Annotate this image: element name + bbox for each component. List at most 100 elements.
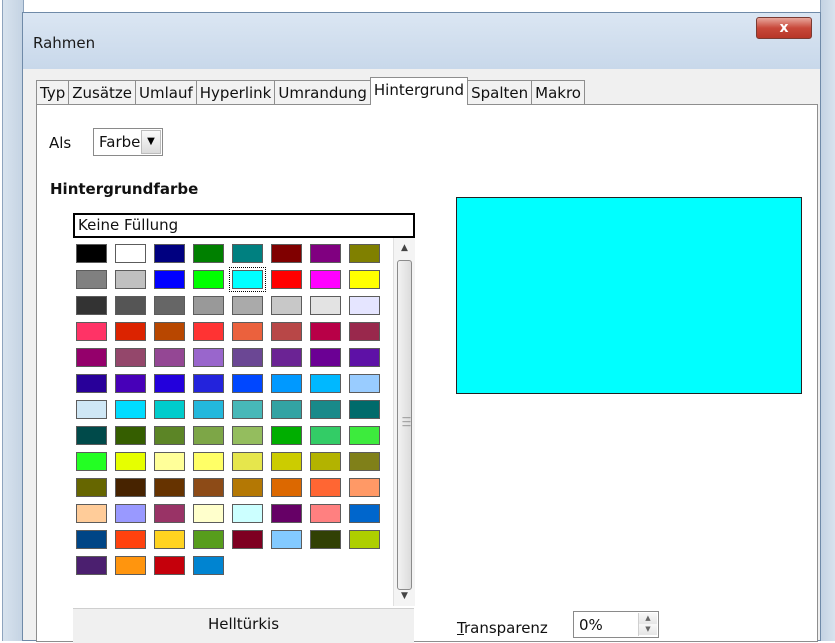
tab-umlauf[interactable]: Umlauf	[135, 80, 197, 105]
color-swatch[interactable]	[310, 478, 341, 497]
color-swatch[interactable]	[115, 478, 146, 497]
color-swatch[interactable]	[349, 504, 380, 523]
color-swatch[interactable]	[271, 270, 302, 289]
color-swatch[interactable]	[115, 530, 146, 549]
color-swatch[interactable]	[271, 426, 302, 445]
tab-typ[interactable]: Typ	[36, 80, 70, 105]
color-swatch[interactable]	[76, 244, 107, 263]
chevron-down-icon[interactable]: ▼	[141, 130, 161, 154]
color-swatch[interactable]	[76, 426, 107, 445]
color-swatch[interactable]	[115, 452, 146, 471]
color-swatch[interactable]	[76, 400, 107, 419]
color-swatch[interactable]	[154, 322, 185, 341]
color-swatch[interactable]	[349, 322, 380, 341]
color-swatch[interactable]	[232, 426, 263, 445]
color-swatch[interactable]	[115, 426, 146, 445]
color-swatch[interactable]	[193, 556, 224, 575]
color-swatch[interactable]	[115, 296, 146, 315]
scroll-down-arrow-icon[interactable]: ▼	[394, 586, 415, 606]
color-swatch[interactable]	[76, 322, 107, 341]
color-swatch[interactable]	[232, 374, 263, 393]
color-swatch[interactable]	[115, 374, 146, 393]
color-swatch[interactable]	[76, 478, 107, 497]
tab-umrandung[interactable]: Umrandung	[274, 80, 371, 105]
color-swatch[interactable]	[349, 452, 380, 471]
color-swatch[interactable]	[271, 374, 302, 393]
color-swatch[interactable]	[115, 244, 146, 263]
color-swatch[interactable]	[193, 452, 224, 471]
color-swatch[interactable]	[232, 348, 263, 367]
color-swatch[interactable]	[154, 452, 185, 471]
color-swatch[interactable]	[154, 504, 185, 523]
color-swatch[interactable]	[229, 267, 266, 292]
close-button[interactable]: x	[756, 17, 812, 39]
color-swatch[interactable]	[310, 400, 341, 419]
color-swatch[interactable]	[193, 322, 224, 341]
color-swatch[interactable]	[76, 374, 107, 393]
color-swatch[interactable]	[193, 270, 224, 289]
color-swatch[interactable]	[232, 296, 263, 315]
color-swatch[interactable]	[271, 452, 302, 471]
color-swatch[interactable]	[349, 348, 380, 367]
color-swatch[interactable]	[193, 244, 224, 263]
color-swatch[interactable]	[115, 322, 146, 341]
color-swatch[interactable]	[349, 478, 380, 497]
color-swatch[interactable]	[271, 348, 302, 367]
color-swatch[interactable]	[349, 426, 380, 445]
als-dropdown[interactable]: Farbe ▼	[93, 128, 163, 156]
color-swatch[interactable]	[310, 348, 341, 367]
color-swatch[interactable]	[232, 504, 263, 523]
color-swatch[interactable]	[349, 374, 380, 393]
color-swatch[interactable]	[154, 296, 185, 315]
color-swatch[interactable]	[310, 426, 341, 445]
color-swatch[interactable]	[349, 270, 380, 289]
color-swatch[interactable]	[193, 400, 224, 419]
color-swatch[interactable]	[310, 374, 341, 393]
color-swatch[interactable]	[193, 426, 224, 445]
color-swatch[interactable]	[232, 322, 263, 341]
color-swatch[interactable]	[154, 348, 185, 367]
color-swatch[interactable]	[310, 322, 341, 341]
color-swatch[interactable]	[193, 530, 224, 549]
color-swatch[interactable]	[349, 296, 380, 315]
color-swatch[interactable]	[193, 374, 224, 393]
spin-up-icon[interactable]: ▲	[639, 613, 657, 624]
color-swatch[interactable]	[193, 296, 224, 315]
scroll-thumb[interactable]: — — —	[397, 260, 412, 590]
color-swatch[interactable]	[310, 452, 341, 471]
color-swatch[interactable]	[232, 452, 263, 471]
color-swatch[interactable]	[349, 530, 380, 549]
color-swatch[interactable]	[271, 322, 302, 341]
color-swatch[interactable]	[232, 244, 263, 263]
color-swatch[interactable]	[154, 530, 185, 549]
color-swatch[interactable]	[154, 244, 185, 263]
tab-makro[interactable]: Makro	[531, 80, 585, 105]
color-swatch[interactable]	[115, 270, 146, 289]
color-swatch[interactable]	[232, 400, 263, 419]
color-swatch[interactable]	[310, 270, 341, 289]
color-swatch[interactable]	[76, 504, 107, 523]
tab-hyperlink[interactable]: Hyperlink	[195, 80, 276, 105]
color-swatch[interactable]	[76, 452, 107, 471]
color-swatch[interactable]	[310, 504, 341, 523]
color-swatch[interactable]	[154, 478, 185, 497]
color-swatch[interactable]	[193, 504, 224, 523]
color-swatch[interactable]	[193, 478, 224, 497]
color-swatch[interactable]	[193, 348, 224, 367]
scroll-up-arrow-icon[interactable]: ▲	[394, 238, 415, 258]
color-swatch[interactable]	[271, 296, 302, 315]
color-swatch[interactable]	[154, 556, 185, 575]
color-swatch[interactable]	[115, 556, 146, 575]
color-swatch[interactable]	[349, 244, 380, 263]
color-swatch[interactable]	[76, 270, 107, 289]
color-swatch[interactable]	[271, 530, 302, 549]
no-fill-option[interactable]: Keine Füllung	[73, 213, 415, 238]
color-swatch[interactable]	[115, 504, 146, 523]
spin-down-icon[interactable]: ▼	[639, 624, 657, 635]
color-swatch[interactable]	[310, 530, 341, 549]
color-swatch[interactable]	[349, 400, 380, 419]
color-swatch[interactable]	[310, 244, 341, 263]
color-swatch[interactable]	[232, 478, 263, 497]
color-swatch[interactable]	[76, 530, 107, 549]
transparency-spinbox[interactable]: 0% ▲ ▼	[573, 611, 659, 638]
